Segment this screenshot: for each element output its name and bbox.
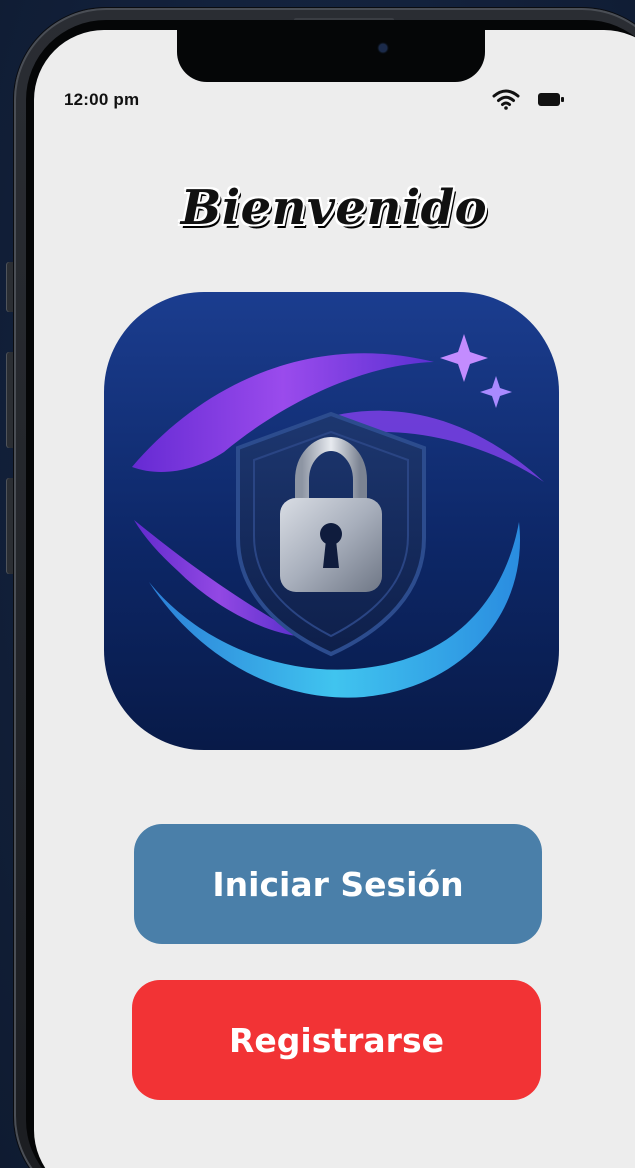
welcome-title: Bienvenido [180, 180, 488, 236]
camera-icon [379, 44, 387, 52]
register-button[interactable]: Registrarse [132, 980, 541, 1100]
app-screen: 12:00 pm Bienvenido Iniciar Sesión Regis… [34, 30, 635, 1168]
status-time: 12:00 pm [64, 90, 140, 109]
wifi-icon [492, 89, 520, 110]
login-button[interactable]: Iniciar Sesión [134, 824, 542, 944]
device-mockup: 12:00 pm Bienvenido Iniciar Sesión Regis… [0, 0, 635, 1168]
battery-icon [538, 93, 564, 106]
notch [177, 30, 485, 82]
shield-lock-icon [104, 292, 559, 750]
